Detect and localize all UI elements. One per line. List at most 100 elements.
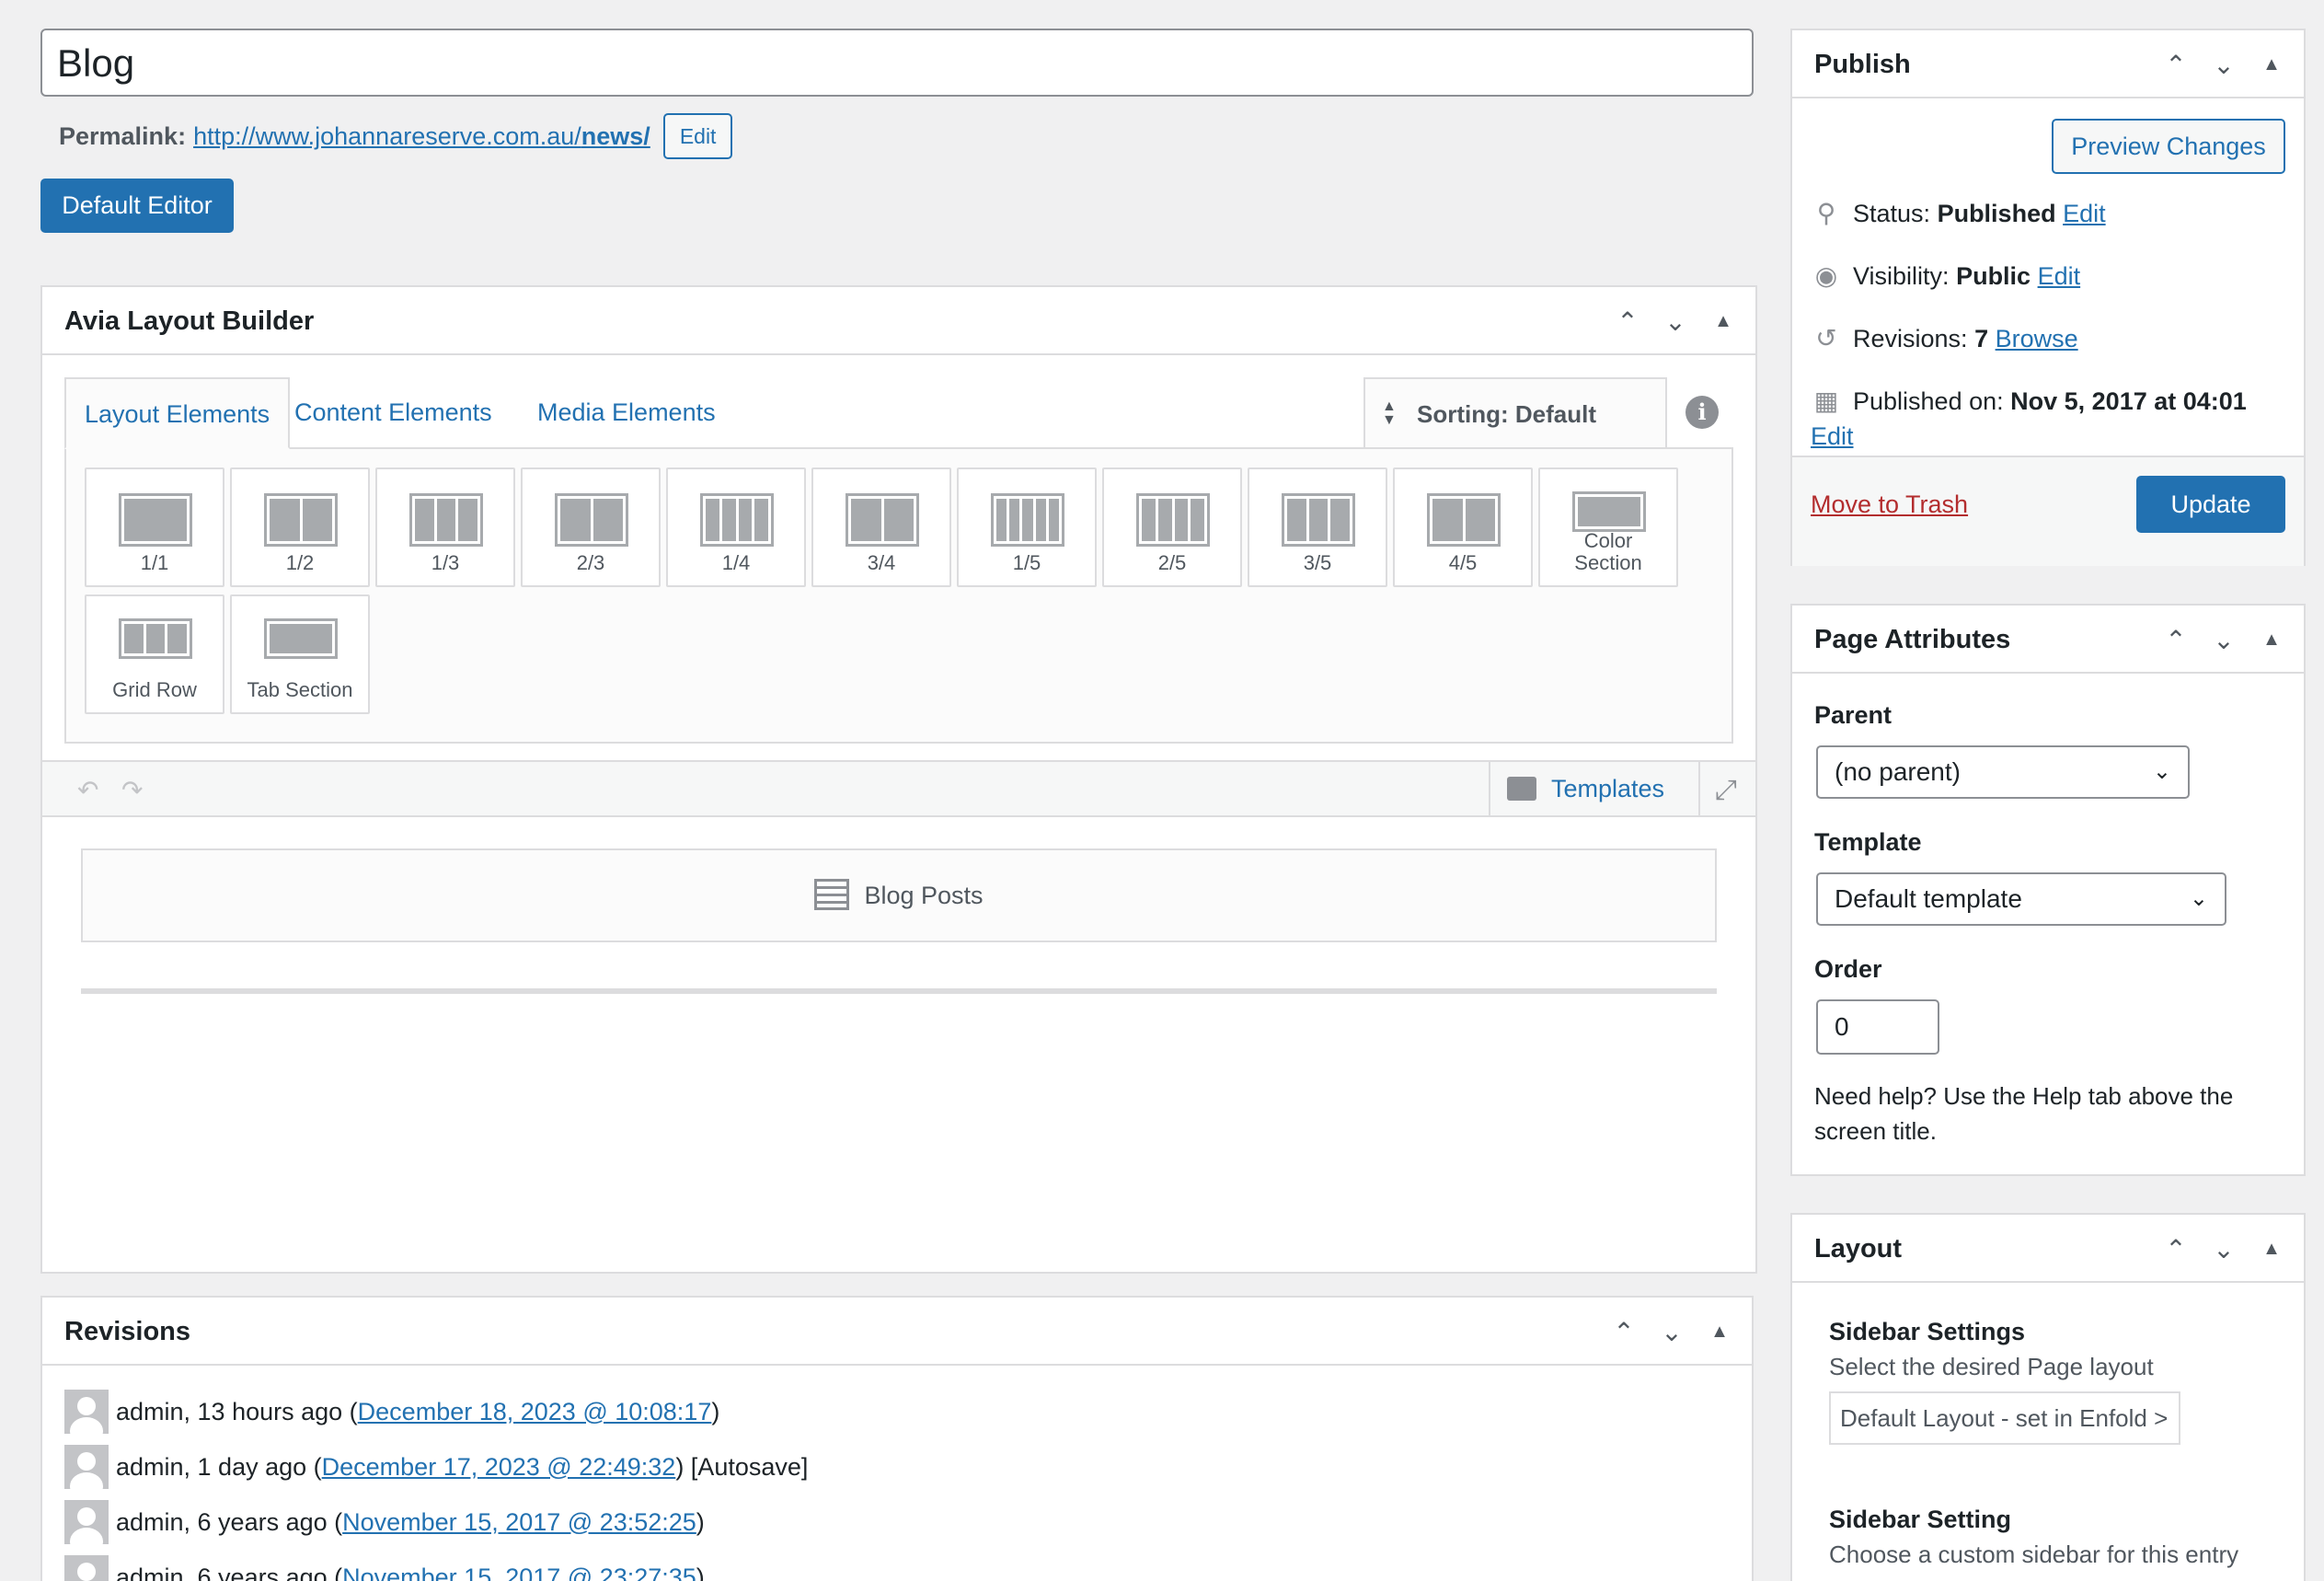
layout-element-tile[interactable]: 1/5 xyxy=(957,467,1097,587)
visibility-edit-link[interactable]: Edit xyxy=(2038,262,2081,290)
blog-posts-icon xyxy=(814,878,850,910)
layout-element-tile[interactable]: 1/4 xyxy=(666,467,806,587)
order-input[interactable]: 0 xyxy=(1816,999,1939,1055)
column-layout-icon xyxy=(264,493,338,547)
layout-element-tile[interactable]: 2/3 xyxy=(521,467,661,587)
column-layout-icon xyxy=(1282,493,1355,547)
layout-element-label: 4/5 xyxy=(1448,551,1478,574)
column-layout-icon xyxy=(1427,493,1501,547)
chevron-down-icon: ⌄ xyxy=(2189,886,2208,911)
layout-element-tile[interactable]: 3/4 xyxy=(811,467,951,587)
layout-element-label: Color Section xyxy=(1574,529,1642,574)
fullscreen-icon[interactable]: ⤢ xyxy=(1715,775,1737,806)
permalink-label: Permalink: xyxy=(59,121,187,150)
date-edit-link[interactable]: Edit xyxy=(1811,422,1854,451)
browse-revisions-link[interactable]: Browse xyxy=(1996,325,2078,352)
toggle-panel-icon[interactable]: ▲ xyxy=(1702,1321,1737,1343)
move-down-icon[interactable]: ⌄ xyxy=(1654,1317,1689,1347)
preview-changes-button[interactable]: Preview Changes xyxy=(2052,119,2285,174)
permalink-edit-button[interactable]: Edit xyxy=(662,113,733,159)
redo-icon[interactable]: ↷ xyxy=(121,775,143,805)
sort-arrows-icon: ▲ ▼ xyxy=(1382,398,1397,428)
layout-element-tile[interactable]: 4/5 xyxy=(1393,467,1533,587)
column-layout-icon xyxy=(1136,493,1210,547)
visibility-row: ◉ Visibility: Public Edit xyxy=(1811,260,2080,291)
builder-toolbar: ↶ ↷ Templates ⤢ xyxy=(42,760,1755,817)
layout-element-label: Grid Row xyxy=(112,678,197,701)
avatar xyxy=(64,1555,109,1581)
revisions-title: Revisions xyxy=(64,1317,190,1346)
move-up-icon[interactable]: ⌃ xyxy=(1606,1317,1641,1347)
history-icon: ↺ xyxy=(1815,324,1837,352)
pin-icon: ⚲ xyxy=(1816,199,1836,227)
revision-link[interactable]: November 15, 2017 @ 23:52:25 xyxy=(342,1508,696,1537)
publish-actions: Move to Trash Update xyxy=(1792,456,2304,566)
toggle-panel-icon[interactable]: ▲ xyxy=(2254,1239,2289,1260)
revision-row: admin, 1 day ago (December 17, 2023 @ 22… xyxy=(64,1445,808,1489)
order-label: Order xyxy=(1814,955,1882,983)
status-row: ⚲ Status: Published Edit xyxy=(1811,198,2106,228)
tab-media-elements[interactable]: Media Elements xyxy=(519,377,734,449)
revision-row: admin, 13 hours ago (December 18, 2023 @… xyxy=(64,1390,719,1434)
canvas-divider xyxy=(81,988,1717,994)
status-edit-link[interactable]: Edit xyxy=(2063,200,2106,227)
template-select[interactable]: Default template ⌄ xyxy=(1816,872,2226,926)
avatar xyxy=(64,1445,109,1489)
publish-title: Publish xyxy=(1814,50,1911,79)
layout-element-tile[interactable]: Color Section xyxy=(1538,467,1678,587)
move-up-icon[interactable]: ⌃ xyxy=(1610,306,1645,337)
layout-element-label: 2/5 xyxy=(1157,551,1187,574)
canvas-element-blog-posts[interactable]: Blog Posts xyxy=(81,848,1717,942)
post-title-input[interactable]: Blog xyxy=(40,29,1754,97)
permalink-link[interactable]: http://www.johannareserve.com.au/news/ xyxy=(193,122,650,151)
revisions-row: ↺ Revisions: 7 Browse xyxy=(1811,323,2078,353)
layout-element-label: 1/3 xyxy=(431,551,460,574)
layout-element-tile[interactable]: Grid Row xyxy=(85,594,224,714)
layout-element-label: 1/4 xyxy=(721,551,751,574)
chevron-down-icon: ⌄ xyxy=(2152,759,2171,784)
move-down-icon[interactable]: ⌄ xyxy=(2206,625,2241,655)
revision-row: admin, 6 years ago (November 15, 2017 @ … xyxy=(64,1500,705,1544)
parent-select[interactable]: (no parent) ⌄ xyxy=(1816,745,2190,799)
revision-link[interactable]: December 17, 2023 @ 22:49:32 xyxy=(322,1453,676,1482)
revision-link[interactable]: November 15, 2017 @ 23:27:35 xyxy=(342,1564,696,1581)
move-up-icon[interactable]: ⌃ xyxy=(2158,625,2193,655)
column-layout-icon xyxy=(846,493,919,547)
templates-icon xyxy=(1507,777,1536,801)
info-icon[interactable]: i xyxy=(1685,396,1719,429)
sorting-dropdown[interactable]: ▲ ▼ Sorting: Default xyxy=(1363,377,1667,447)
move-down-icon[interactable]: ⌄ xyxy=(1658,306,1693,337)
layout-element-tile[interactable]: 1/2 xyxy=(230,467,370,587)
help-text: Need help? Use the Help tab above the sc… xyxy=(1814,1082,2234,1145)
layout-element-tile[interactable]: 3/5 xyxy=(1248,467,1387,587)
sidebar-setting-desc: Choose a custom sidebar for this entry xyxy=(1829,1541,2239,1568)
layout-title: Layout xyxy=(1814,1234,1903,1264)
template-label: Template xyxy=(1814,828,1922,856)
default-editor-button[interactable]: Default Editor xyxy=(40,179,234,233)
revision-link[interactable]: December 18, 2023 @ 10:08:17 xyxy=(358,1398,712,1426)
update-button[interactable]: Update xyxy=(2136,476,2285,533)
tab-content-elements[interactable]: Content Elements xyxy=(276,377,511,449)
layout-element-tile[interactable]: Tab Section xyxy=(230,594,370,714)
toggle-panel-icon[interactable]: ▲ xyxy=(2254,629,2289,651)
move-up-icon[interactable]: ⌃ xyxy=(2158,1234,2193,1264)
layout-element-tile[interactable]: 1/3 xyxy=(375,467,515,587)
toggle-panel-icon[interactable]: ▲ xyxy=(2254,54,2289,75)
layout-element-label: Tab Section xyxy=(247,678,353,701)
layout-element-label: 3/5 xyxy=(1303,551,1332,574)
column-layout-icon xyxy=(1572,491,1646,532)
tab-layout-elements[interactable]: Layout Elements xyxy=(64,377,291,449)
layout-element-tile[interactable]: 2/5 xyxy=(1102,467,1242,587)
sidebar-layout-select[interactable]: Default Layout - set in Enfold > xyxy=(1829,1391,2180,1445)
column-layout-icon xyxy=(555,493,628,547)
move-down-icon[interactable]: ⌄ xyxy=(2206,1234,2241,1264)
avatar xyxy=(64,1500,109,1544)
templates-button[interactable]: Templates xyxy=(1489,762,1700,815)
move-to-trash-link[interactable]: Move to Trash xyxy=(1811,490,1968,519)
toggle-panel-icon[interactable]: ▲ xyxy=(1706,311,1741,332)
undo-icon[interactable]: ↶ xyxy=(77,775,98,805)
move-up-icon[interactable]: ⌃ xyxy=(2158,50,2193,80)
layout-element-label: 3/4 xyxy=(867,551,896,574)
move-down-icon[interactable]: ⌄ xyxy=(2206,50,2241,80)
layout-element-tile[interactable]: 1/1 xyxy=(85,467,224,587)
